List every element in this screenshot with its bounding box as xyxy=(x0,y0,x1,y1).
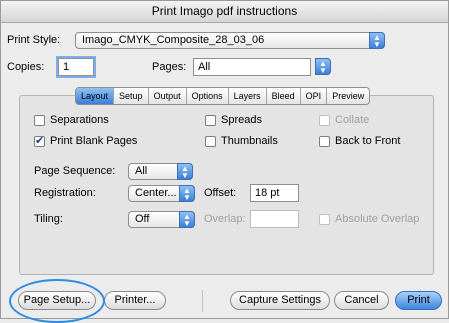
print-style-popup[interactable]: Imago_CMYK_Composite_28_03_06 ▲ ▼ xyxy=(75,32,385,49)
checkmark-icon xyxy=(34,134,45,147)
tab-layers[interactable]: Layers xyxy=(229,88,267,104)
tab-opi[interactable]: OPI xyxy=(301,88,328,104)
registration-popup[interactable]: Center... ▲ ▼ xyxy=(128,185,195,202)
tab-setup[interactable]: Setup xyxy=(114,88,149,104)
overlap-field[interactable] xyxy=(250,210,299,228)
print-blank-pages-label: Print Blank Pages xyxy=(50,135,138,147)
tab-layout[interactable]: Layout xyxy=(76,88,115,104)
tiling-popup[interactable]: Off ▲ ▼ xyxy=(128,211,195,228)
tiling-label: Tiling: xyxy=(34,213,63,225)
up-down-arrows-icon: ▲ ▼ xyxy=(179,211,195,228)
registration-label: Registration: xyxy=(34,187,96,199)
absolute-overlap-checkbox[interactable]: Absolute Overlap xyxy=(319,213,419,225)
up-down-arrows-icon: ▲ ▼ xyxy=(315,58,331,75)
up-down-arrows-icon: ▲ ▼ xyxy=(177,163,193,180)
tiling-value: Off xyxy=(135,213,150,225)
up-down-arrows-icon: ▲ ▼ xyxy=(179,185,195,202)
registration-value: Center... xyxy=(135,187,177,199)
page-sequence-popup[interactable]: All ▲ ▼ xyxy=(128,163,193,180)
print-blank-pages-checkbox[interactable]: Print Blank Pages xyxy=(34,134,138,147)
tab-preview[interactable]: Preview xyxy=(327,88,369,104)
collate-label: Collate xyxy=(335,114,370,126)
tab-bleed[interactable]: Bleed xyxy=(267,88,301,104)
offset-field[interactable]: 18 pt xyxy=(250,184,299,202)
page-sequence-label: Page Sequence: xyxy=(34,165,116,177)
copies-label: Copies: xyxy=(7,61,45,73)
cancel-button[interactable]: Cancel xyxy=(334,291,389,310)
thumbnails-label: Thumbnails xyxy=(221,135,278,147)
spreads-checkbox[interactable]: Spreads xyxy=(205,114,262,126)
back-to-front-checkbox[interactable]: Back to Front xyxy=(319,135,400,147)
highlight-ring xyxy=(9,279,105,323)
thumbnails-checkbox[interactable]: Thumbnails xyxy=(205,135,278,147)
spreads-label: Spreads xyxy=(221,114,262,126)
separations-checkbox[interactable]: Separations xyxy=(34,114,109,126)
pages-popup[interactable]: ▲ ▼ xyxy=(315,58,331,75)
print-style-value: Imago_CMYK_Composite_28_03_06 xyxy=(82,34,265,46)
offset-label: Offset: xyxy=(204,187,237,199)
print-dialog: Print Imago pdf instructions Print Style… xyxy=(0,0,449,323)
checkbox-box xyxy=(205,135,216,147)
checkbox-box xyxy=(34,114,45,126)
overlap-label: Overlap: xyxy=(204,213,246,225)
window-title: Print Imago pdf instructions xyxy=(1,1,448,23)
separations-label: Separations xyxy=(50,114,109,126)
absolute-overlap-label: Absolute Overlap xyxy=(335,213,420,225)
tab-options[interactable]: Options xyxy=(187,88,229,104)
checkbox-box xyxy=(319,135,330,147)
button-separator xyxy=(202,290,203,312)
capture-settings-button[interactable]: Capture Settings xyxy=(230,291,330,310)
checkbox-box xyxy=(205,114,216,126)
collate-checkbox[interactable]: Collate xyxy=(319,114,369,126)
pages-field[interactable]: All xyxy=(193,58,311,76)
up-down-arrows-icon: ▲ ▼ xyxy=(369,32,385,49)
tab-output[interactable]: Output xyxy=(149,88,187,104)
tab-bar: Layout Setup Output Options Layers Bleed… xyxy=(75,87,371,105)
back-to-front-label: Back to Front xyxy=(335,135,401,147)
checkbox-box xyxy=(319,114,330,126)
checkbox-box xyxy=(319,213,330,225)
copies-field[interactable]: 1 xyxy=(58,58,94,76)
page-sequence-value: All xyxy=(135,165,148,177)
printer-button[interactable]: Printer... xyxy=(104,291,166,310)
pages-label: Pages: xyxy=(152,61,187,73)
print-button[interactable]: Print xyxy=(395,291,442,310)
print-style-label: Print Style: xyxy=(7,34,61,46)
